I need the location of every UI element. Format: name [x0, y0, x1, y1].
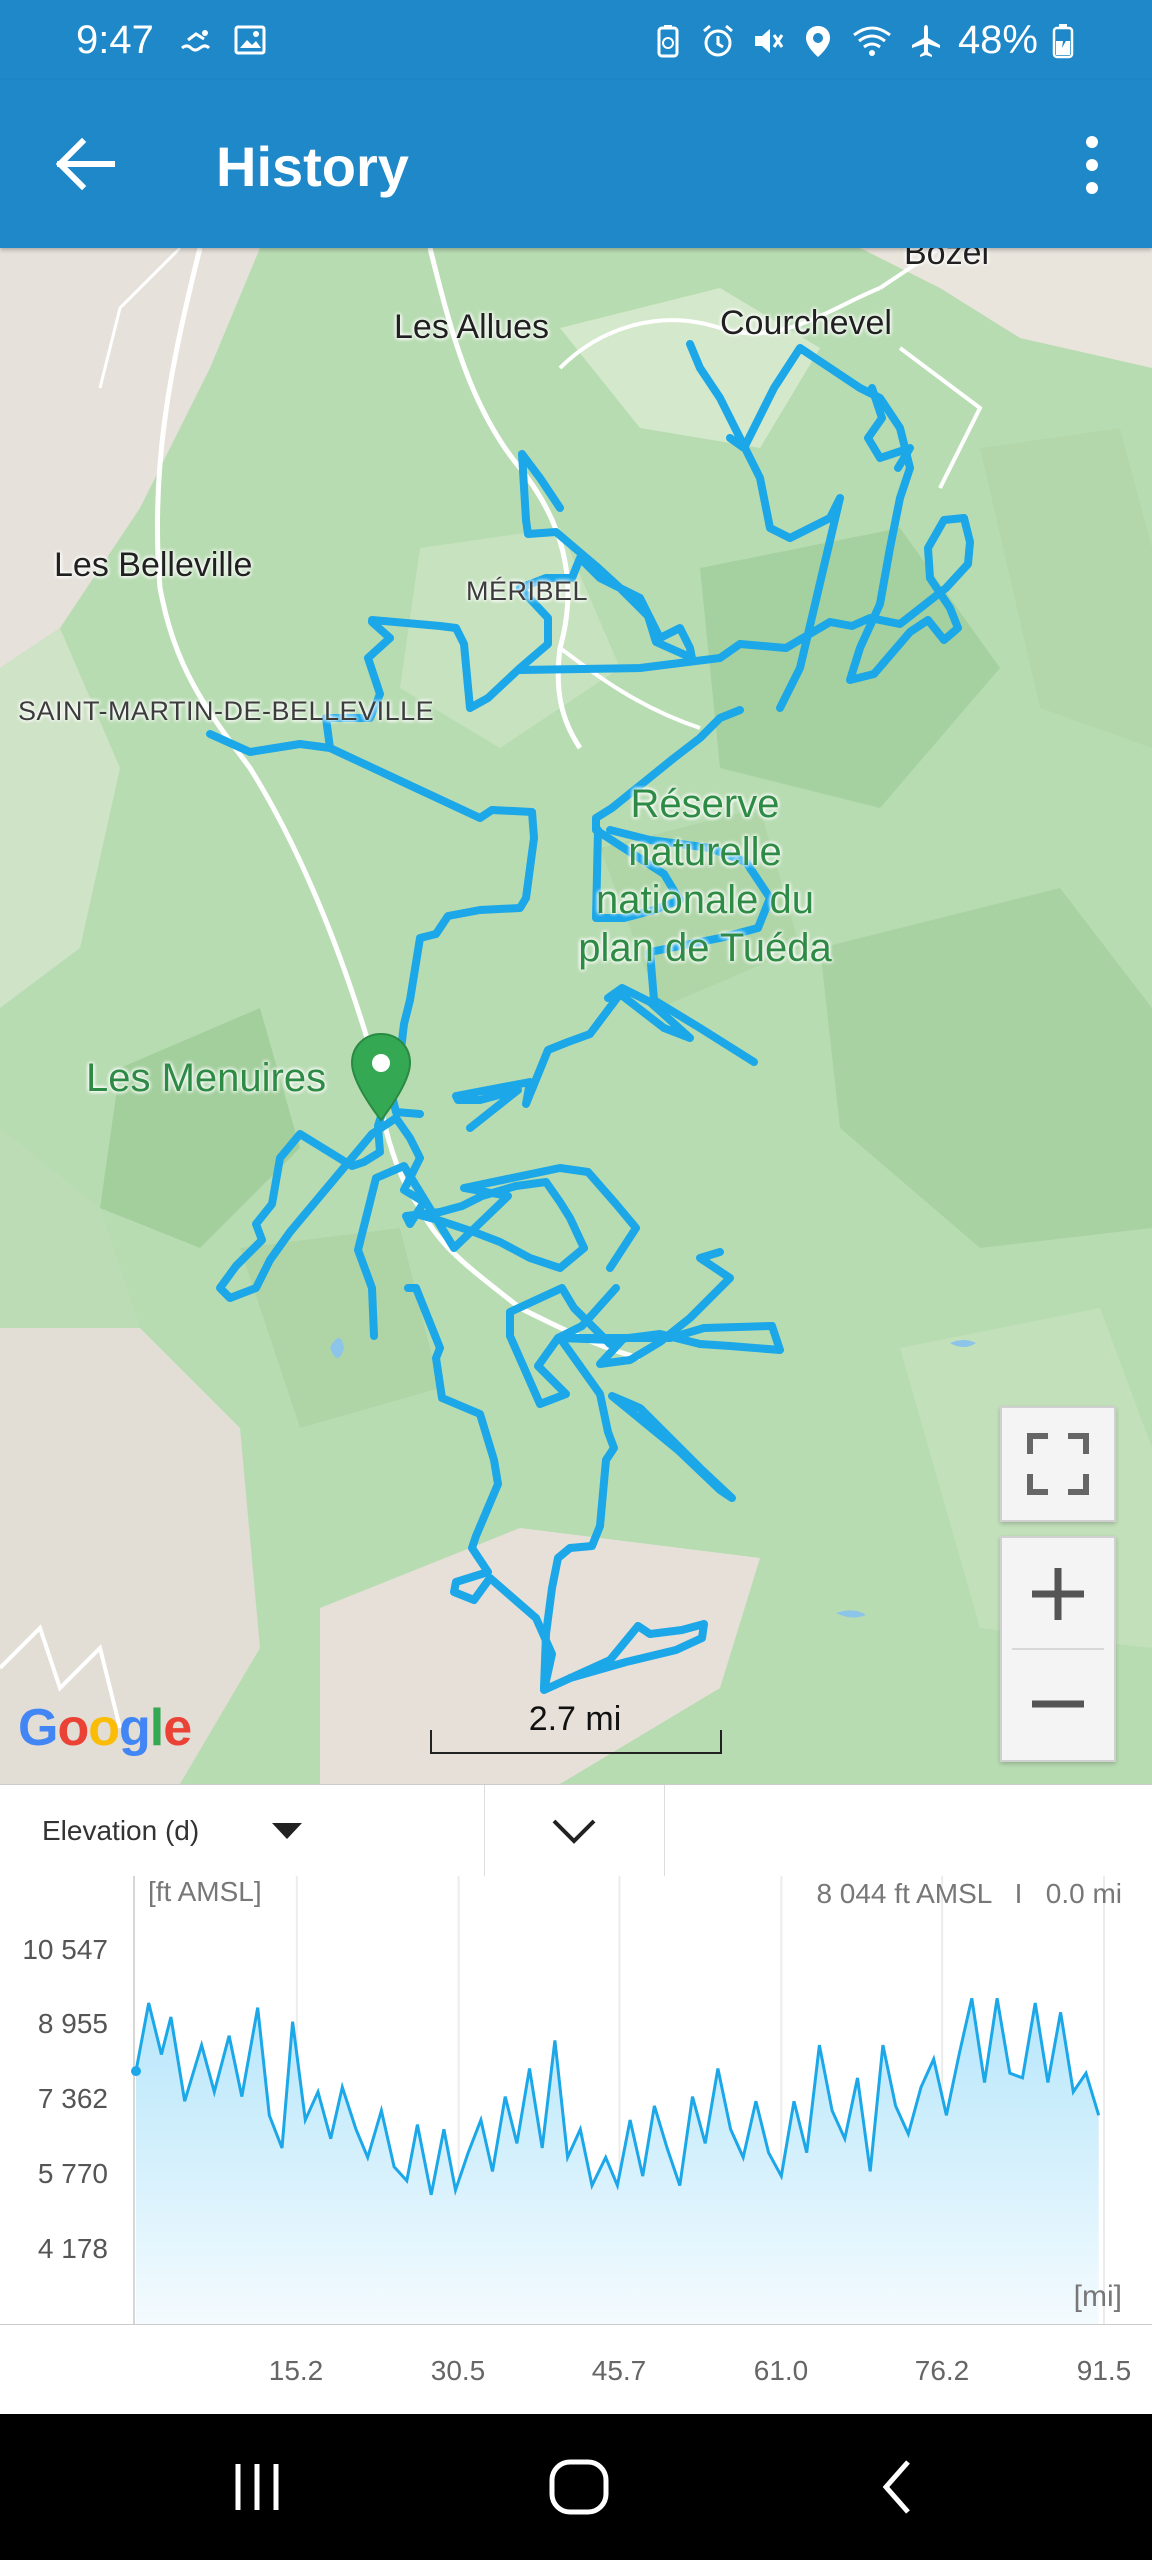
alarm-icon [702, 24, 733, 56]
map-label-les-menuires: Les Menuires [86, 1056, 327, 1100]
y-axis-unit: [ft AMSL] [148, 1876, 262, 1907]
x-tick-label: 61.0 [753, 2355, 809, 2386]
dropdown-label: Elevation (d) [42, 1815, 200, 1846]
elevation-chart-svg [131, 1876, 1105, 2324]
back-icon[interactable] [864, 2454, 934, 2520]
collapse-chart-button[interactable] [484, 1785, 665, 1877]
x-tick-label: 30.5 [430, 2355, 486, 2386]
y-tick-label: 7 362 [37, 2083, 108, 2114]
position-cursor [131, 2066, 141, 2077]
battery-saver-icon [657, 24, 679, 57]
zoom-controls [1000, 1536, 1116, 1762]
back-arrow-icon[interactable] [46, 132, 126, 196]
google-logo: Google [18, 1699, 192, 1757]
map-label-saint-martin: SAINT-MARTIN-DE-BELLEVILLE [18, 696, 435, 726]
map-label-courchevel: Courchevel [720, 304, 892, 342]
x-axis: 15.2 30.5 45.7 61.0 76.2 91.5 [0, 2324, 1152, 2415]
location-icon [805, 25, 830, 57]
elevation-selector-bar: Elevation (d) [0, 1784, 1152, 1878]
airplane-icon [911, 24, 940, 57]
y-tick-label: 8 955 [37, 2008, 108, 2039]
elevation-chart[interactable]: [ft AMSL] 8 044 ft AMSL I 0.0 mi [mi] 10… [0, 1876, 1152, 2324]
map-label-bozel: Bozel [904, 248, 990, 272]
map-label-les-allues: Les Allues [394, 308, 549, 346]
elevation-area [136, 1998, 1099, 2324]
mute-icon [754, 28, 784, 53]
x-tick-label: 15.2 [268, 2355, 324, 2386]
zoom-out-icon[interactable] [1002, 1650, 1114, 1760]
page-title: History [216, 135, 409, 198]
chevron-down-icon [552, 1819, 596, 1844]
x-tick-label: 45.7 [591, 2355, 647, 2386]
map-view[interactable]: Bozel Les Allues Courchevel Les Bellevil… [0, 248, 1152, 1784]
swim-icon [181, 30, 211, 52]
image-icon [234, 25, 266, 55]
battery-percent: 48% [957, 18, 1038, 62]
location-pin-icon[interactable] [350, 1032, 412, 1124]
map-label-les-belleville: Les Belleville [54, 546, 253, 584]
x-axis-unit: [mi] [1073, 2280, 1122, 2313]
scale-line [430, 1730, 722, 1754]
dropdown-arrow-icon [272, 1823, 302, 1839]
y-tick-label: 5 770 [37, 2158, 108, 2189]
map-terrain [0, 248, 1152, 1784]
home-icon[interactable] [544, 2454, 614, 2520]
recent-apps-icon[interactable] [222, 2454, 292, 2520]
map-label-meribel: MÉRIBEL [466, 576, 589, 606]
map-label-reserve: Réserve naturelle nationale du plan de T… [578, 782, 832, 970]
x-tick-label: 91.5 [1076, 2355, 1132, 2386]
x-tick-label: 76.2 [914, 2355, 970, 2386]
more-vert-icon[interactable] [1072, 130, 1112, 200]
zoom-in-icon[interactable] [1002, 1538, 1114, 1648]
elevation-readout: 8 044 ft AMSL I 0.0 mi [816, 1878, 1122, 1909]
wifi-icon [853, 26, 891, 56]
y-tick-label: 4 178 [37, 2233, 108, 2264]
battery-charging-icon [1052, 23, 1074, 58]
fullscreen-icon [1027, 1433, 1089, 1495]
elevation-type-dropdown[interactable]: Elevation (d) [0, 1785, 485, 1877]
fullscreen-button[interactable] [1000, 1406, 1116, 1522]
map-scale: 2.7 mi [430, 1700, 722, 1754]
app-bar: History [0, 80, 1152, 248]
y-tick-label: 10 547 [22, 1934, 108, 1965]
system-nav-bar [0, 2414, 1152, 2560]
status-bar: 9:47 48% [0, 0, 1152, 80]
clock: 9:47 [76, 18, 154, 62]
